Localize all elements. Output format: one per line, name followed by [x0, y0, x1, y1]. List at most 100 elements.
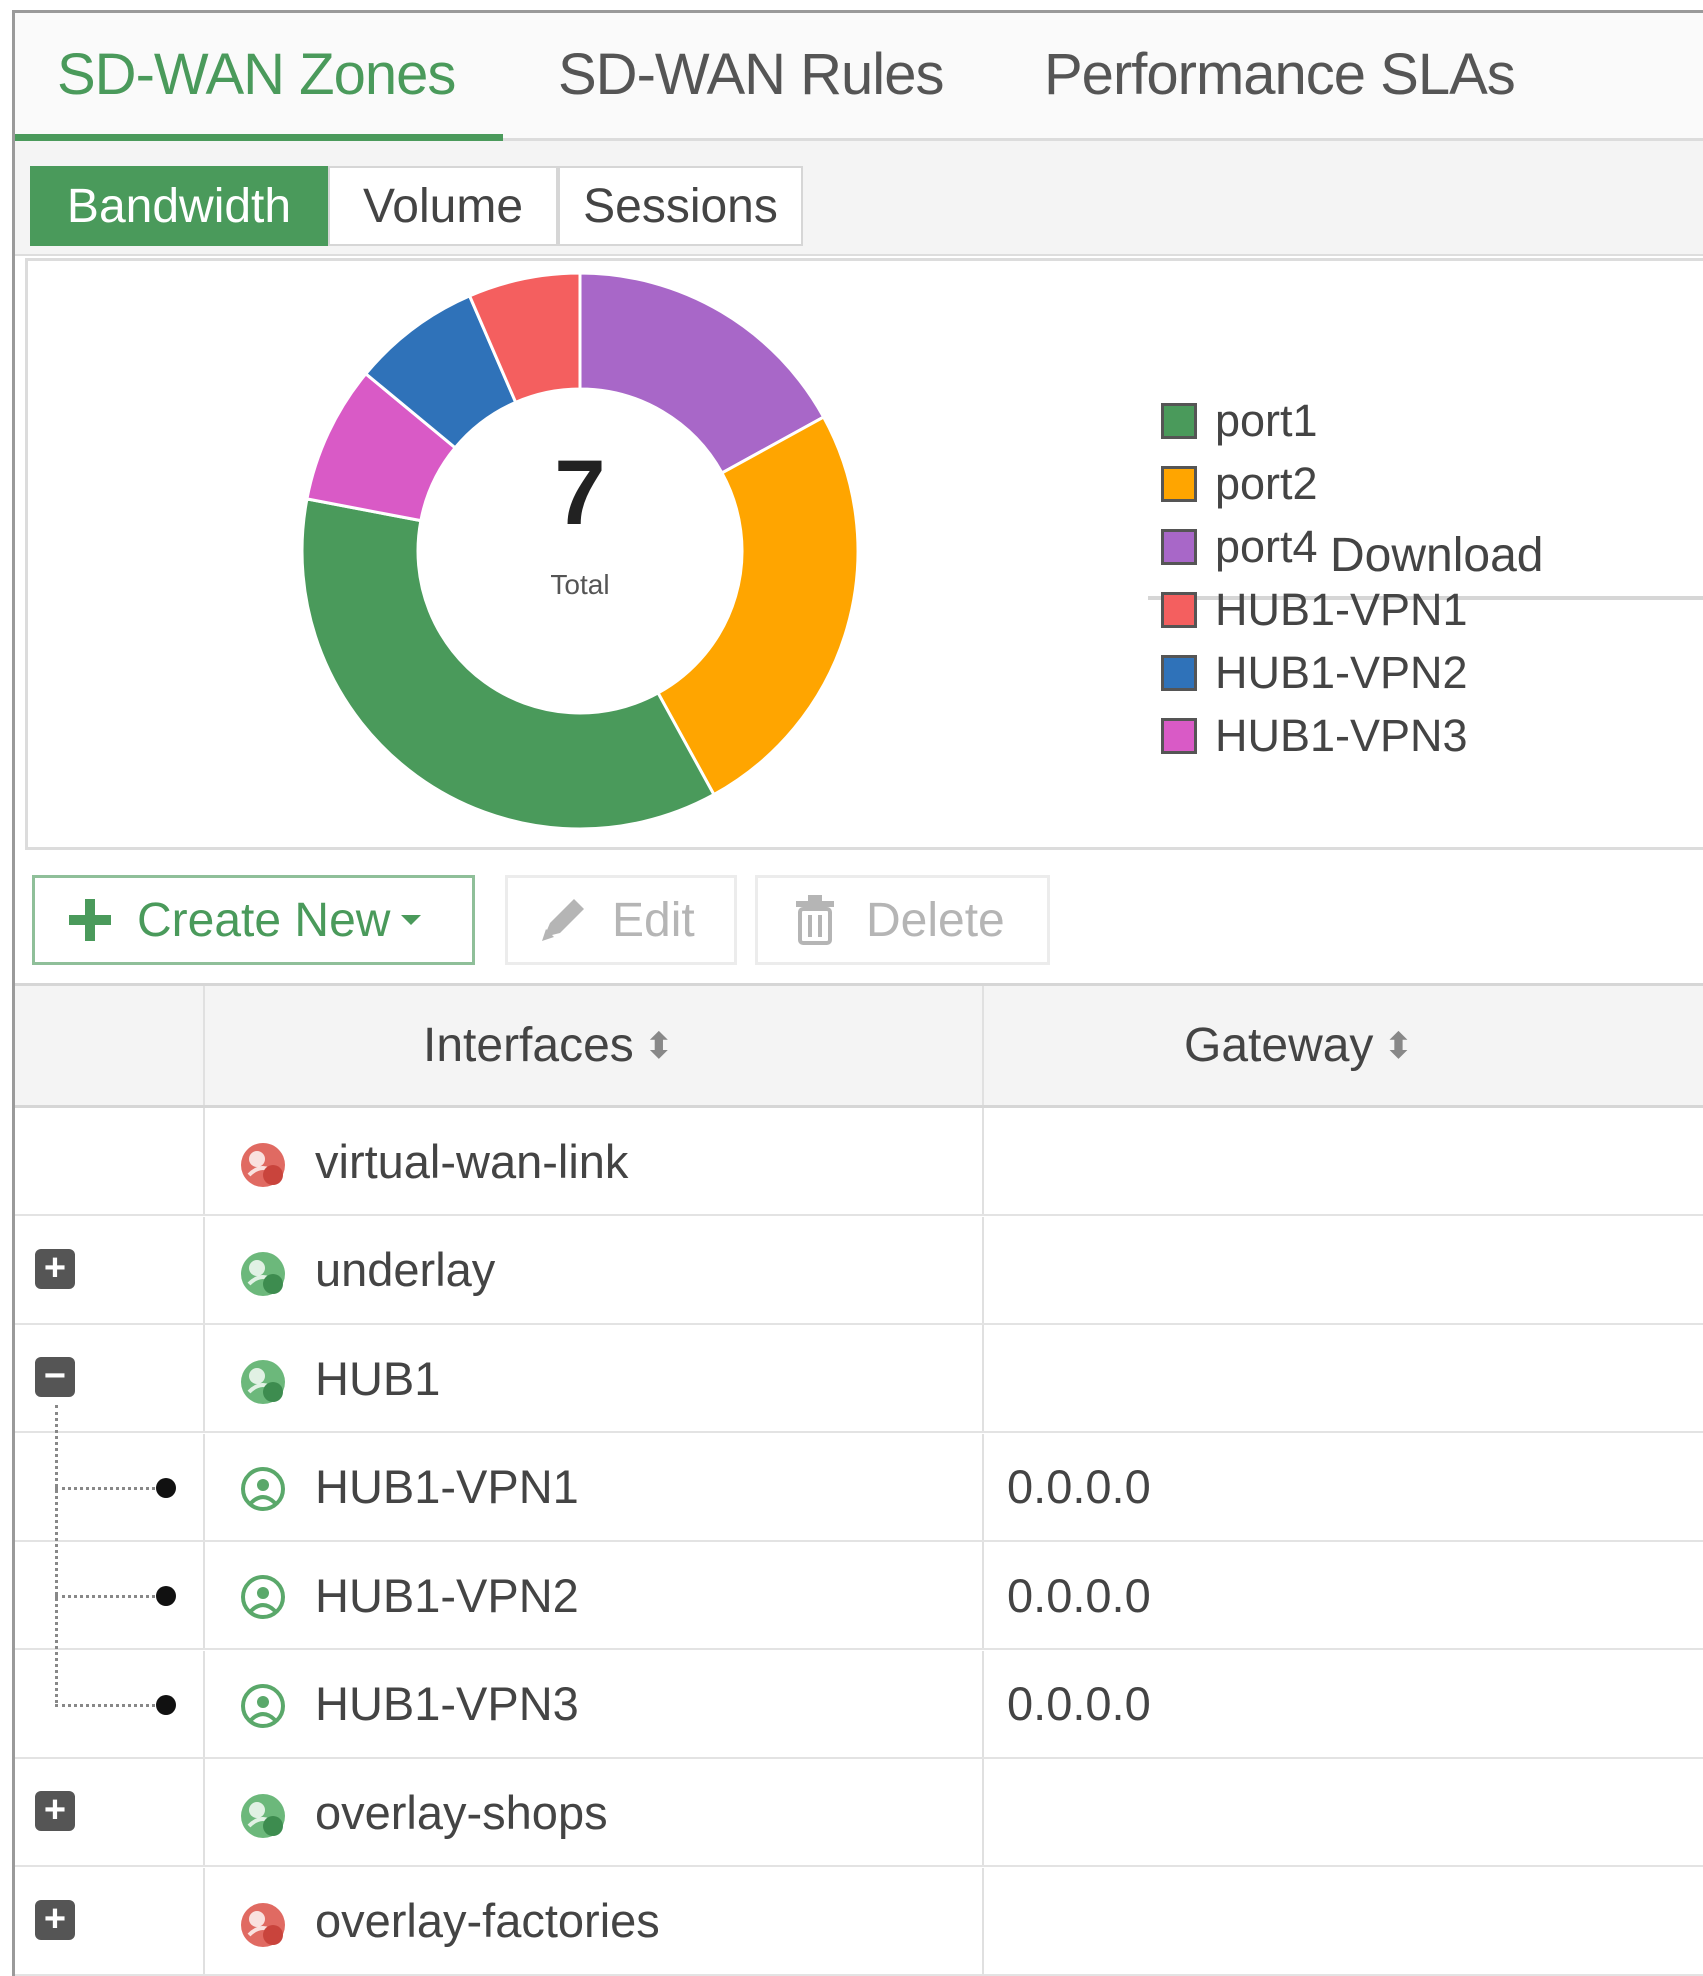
- delete-label: Delete: [866, 893, 1005, 947]
- interface-name: virtual-wan-link: [315, 1134, 629, 1188]
- legend-label: port1: [1215, 395, 1318, 446]
- sort-icon: ⬍: [1383, 1024, 1414, 1066]
- chart-mode-tabs: Bandwidth Volume Sessions: [15, 141, 1703, 256]
- collapse-icon[interactable]: −: [35, 1357, 75, 1397]
- tab-performance-slas[interactable]: Performance SLAs: [1044, 41, 1516, 108]
- toolbar: Create New Edit Delete: [15, 853, 1703, 983]
- legend-swatch: [1161, 655, 1197, 691]
- table-row[interactable]: + overlay-factories: [15, 1867, 1703, 1976]
- zone-red-icon: [241, 1143, 285, 1187]
- legend-item-hub1-vpn3[interactable]: HUB1-VPN3: [1161, 710, 1468, 762]
- tree-connector: [55, 1595, 155, 1598]
- sort-icon: ⬍: [643, 1024, 674, 1066]
- legend-swatch: [1161, 592, 1197, 628]
- gateway-header-label: Gateway: [1184, 1019, 1374, 1072]
- column-divider: [982, 1542, 984, 1648]
- interface-name: HUB1-VPN3: [315, 1677, 579, 1730]
- table-header: Interfaces ⬍ Gateway ⬍: [15, 983, 1703, 1108]
- table-row[interactable]: HUB1-VPN2 0.0.0.0: [15, 1542, 1703, 1650]
- tree-node-dot: [156, 1477, 176, 1498]
- sdwan-panel: SD-WAN Zones SD-WAN Rules Performance SL…: [12, 10, 1703, 1976]
- tree-connector: [55, 1703, 155, 1707]
- column-divider: [982, 1108, 984, 1214]
- subtab-sessions[interactable]: Sessions: [558, 166, 803, 246]
- tree-node-dot: [156, 1586, 176, 1606]
- expand-icon[interactable]: +: [35, 1791, 75, 1831]
- interface-name: HUB1: [315, 1351, 441, 1405]
- column-header-gateway[interactable]: Gateway ⬍: [984, 986, 1703, 1105]
- legend-item-port2[interactable]: port2: [1161, 458, 1318, 510]
- column-divider: [982, 1325, 984, 1431]
- total-value: 7: [554, 442, 605, 544]
- legend-title: Download: [1330, 529, 1544, 582]
- column-header-interfaces[interactable]: Interfaces ⬍: [205, 986, 895, 1105]
- edit-label: Edit: [612, 893, 695, 947]
- bandwidth-chart-panel: 7 Total Download port1 port2 port4 HUB1-VPN…: [25, 258, 1703, 850]
- create-new-label: Create New: [137, 893, 391, 947]
- interface-name: overlay-factories: [315, 1894, 660, 1947]
- column-divider: [203, 1867, 205, 1974]
- interface-name: overlay-shops: [315, 1785, 608, 1839]
- table-row[interactable]: HUB1-VPN1 0.0.0.0: [15, 1433, 1703, 1542]
- donut-slice-port1[interactable]: [300, 497, 716, 831]
- delete-button[interactable]: Delete: [755, 875, 1050, 965]
- tab-sdwan-zones[interactable]: SD-WAN Zones: [57, 41, 456, 108]
- column-divider: [203, 1542, 205, 1648]
- legend-label: HUB1-VPN3: [1215, 710, 1468, 761]
- expand-icon[interactable]: +: [35, 1899, 75, 1940]
- total-label: Total: [550, 569, 609, 600]
- legend-swatch: [1161, 529, 1197, 565]
- column-divider: [203, 1759, 205, 1865]
- active-tab-indicator: [15, 134, 503, 141]
- table-row[interactable]: HUB1-VPN3 0.0.0.0: [15, 1650, 1703, 1759]
- tree-connector: [55, 1405, 58, 1703]
- column-divider: [203, 1433, 205, 1540]
- legend-swatch: [1161, 466, 1197, 502]
- interface-name: HUB1-VPN2: [315, 1568, 579, 1622]
- column-divider: [203, 1325, 205, 1431]
- column-divider: [982, 1867, 984, 1974]
- tunnel-icon: [241, 1683, 285, 1728]
- legend-item-port1[interactable]: port1: [1161, 395, 1318, 447]
- expand-icon[interactable]: +: [35, 1248, 75, 1289]
- legend-item-hub1-vpn2[interactable]: HUB1-VPN2: [1161, 647, 1468, 699]
- tunnel-icon: [241, 1575, 285, 1619]
- table-row[interactable]: + overlay-shops: [15, 1759, 1703, 1867]
- edit-button[interactable]: Edit: [505, 875, 737, 965]
- column-divider: [203, 1108, 205, 1214]
- column-divider: [982, 1650, 984, 1757]
- table-row[interactable]: virtual-wan-link: [15, 1108, 1703, 1216]
- column-divider: [203, 1216, 205, 1323]
- donut-chart: 7 Total: [300, 271, 860, 831]
- tunnel-icon: [241, 1466, 285, 1511]
- interfaces-header-label: Interfaces: [423, 1019, 634, 1072]
- legend-label: port4: [1215, 521, 1318, 572]
- gateway-value: 0.0.0.0: [1007, 1677, 1151, 1730]
- interface-name: underlay: [315, 1243, 496, 1296]
- create-new-button[interactable]: Create New: [32, 875, 475, 965]
- top-tab-bar: SD-WAN Zones SD-WAN Rules Performance SL…: [15, 13, 1703, 141]
- column-divider: [982, 1216, 984, 1323]
- tree-connector: [55, 1486, 155, 1490]
- table-row[interactable]: + underlay: [15, 1216, 1703, 1325]
- subtab-bandwidth[interactable]: Bandwidth: [30, 166, 328, 246]
- interface-name: HUB1-VPN1: [315, 1460, 579, 1513]
- column-divider: [203, 1650, 205, 1757]
- table-row[interactable]: − HUB1: [15, 1325, 1703, 1433]
- legend-item-hub1-vpn1[interactable]: HUB1-VPN1: [1161, 584, 1468, 636]
- zone-red-icon: [241, 1902, 285, 1947]
- zone-green-icon: [241, 1360, 285, 1404]
- donut-slice-port2[interactable]: [656, 415, 860, 797]
- gateway-value: 0.0.0.0: [1007, 1460, 1151, 1513]
- column-divider: [982, 1759, 984, 1865]
- gateway-value: 0.0.0.0: [1007, 1568, 1151, 1622]
- zone-green-icon: [241, 1251, 285, 1296]
- trash-icon: [796, 895, 834, 945]
- legend-label: port2: [1215, 458, 1318, 509]
- subtab-volume[interactable]: Volume: [328, 166, 558, 246]
- legend-item-port4[interactable]: port4: [1161, 521, 1318, 573]
- plus-icon: [69, 899, 111, 941]
- zone-green-icon: [241, 1794, 285, 1838]
- tab-sdwan-rules[interactable]: SD-WAN Rules: [558, 41, 944, 108]
- legend-label: HUB1-VPN2: [1215, 647, 1468, 698]
